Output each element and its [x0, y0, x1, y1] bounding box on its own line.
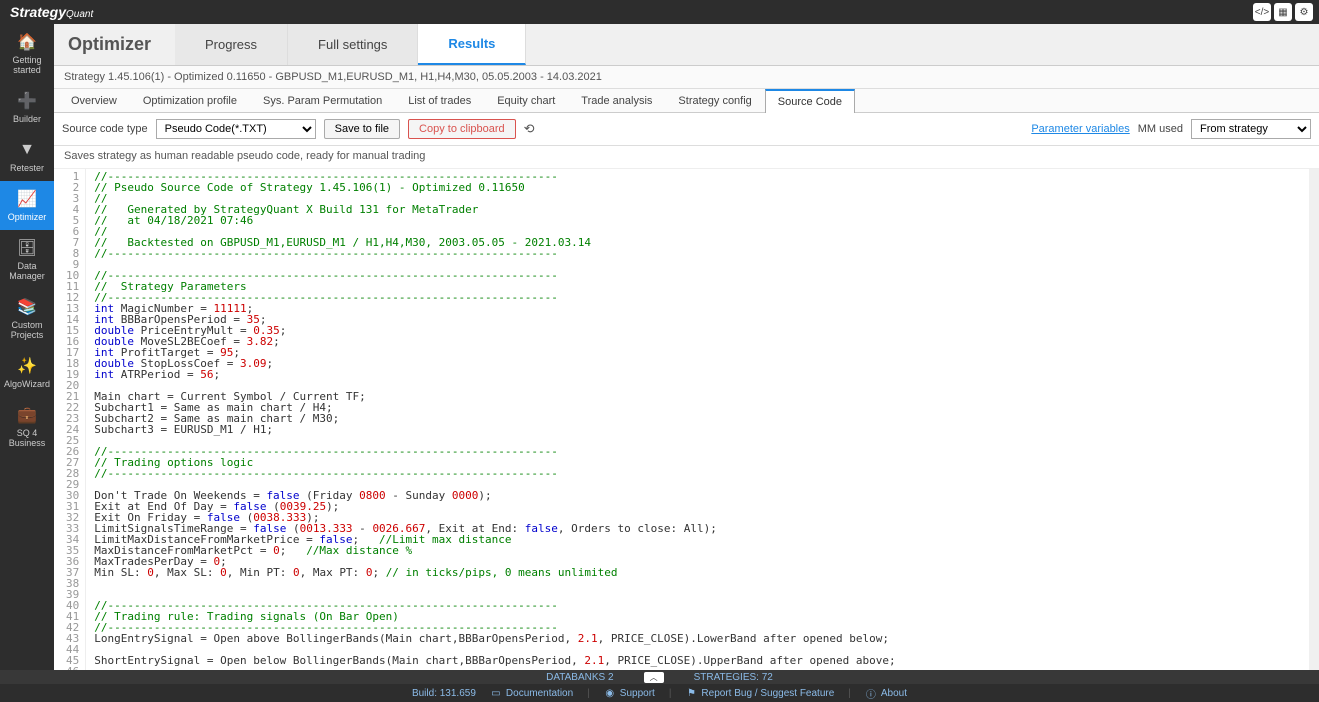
- about-link[interactable]: ⓘAbout: [865, 687, 907, 699]
- gear-icon[interactable]: ⚙: [1295, 3, 1313, 21]
- sidebar-item-data-manager-label: Data Manager: [2, 261, 52, 281]
- subtabs: OverviewOptimization profileSys. Param P…: [54, 89, 1319, 113]
- refresh-icon[interactable]: ⟲: [524, 121, 535, 137]
- app-logo: StrategyQuant: [6, 4, 93, 20]
- subtab-strategy-config[interactable]: Strategy config: [665, 89, 764, 112]
- sidebar-item-getting-started-label: Getting started: [12, 55, 41, 75]
- book-icon: ▭: [490, 687, 502, 699]
- subtab-list-of-trades[interactable]: List of trades: [395, 89, 484, 112]
- collapse-icon[interactable]: ︿: [644, 672, 664, 683]
- sidebar-item-optimizer-icon: 📈: [17, 189, 37, 209]
- header-tabs: Optimizer ProgressFull settingsResults: [54, 24, 1319, 66]
- code-icon[interactable]: </>: [1253, 3, 1271, 21]
- report-bug-link[interactable]: ⚑Report Bug / Suggest Feature: [685, 687, 834, 699]
- page-title: Optimizer: [54, 24, 175, 65]
- sidebar-item-builder-label: Builder: [13, 114, 41, 124]
- sidebar-item-retester-icon: ▼: [17, 140, 37, 160]
- source-type-select[interactable]: Pseudo Code(*.TXT): [156, 119, 316, 139]
- top-icons: </> ▦ ⚙: [1253, 3, 1313, 21]
- sidebar-item-algowizard-label: AlgoWizard: [4, 379, 50, 389]
- sidebar-item-custom-projects-icon: 📚: [17, 297, 37, 317]
- scrollbar-vertical[interactable]: [1309, 169, 1319, 670]
- info-icon: ⓘ: [865, 687, 877, 699]
- mm-used-label: MM used: [1138, 123, 1183, 135]
- sidebar-item-getting-started[interactable]: 🏠 Getting started: [0, 24, 54, 83]
- sidebar-item-data-manager[interactable]: 🗄 Data Manager: [0, 230, 54, 289]
- parameter-variables-link[interactable]: Parameter variables: [1031, 123, 1129, 135]
- databanks-label[interactable]: DATABANKS 2: [546, 672, 613, 683]
- copy-to-clipboard-button[interactable]: Copy to clipboard: [408, 119, 516, 139]
- build-label: Build: 131.659: [412, 688, 476, 699]
- strategies-label[interactable]: STRATEGIES: 72: [694, 672, 773, 683]
- subtab-sys-param-permutation[interactable]: Sys. Param Permutation: [250, 89, 395, 112]
- sidebar-item-retester[interactable]: ▼ Retester: [0, 132, 54, 181]
- sidebar-item-data-manager-icon: 🗄: [17, 238, 37, 258]
- bottom-bar: DATABANKS 2 ︿ STRATEGIES: 72 Build: 131.…: [0, 670, 1319, 702]
- topbar: StrategyQuant </> ▦ ⚙: [0, 0, 1319, 24]
- subtab-trade-analysis[interactable]: Trade analysis: [568, 89, 665, 112]
- sidebar-item-builder[interactable]: ➕ Builder: [0, 83, 54, 132]
- sidebar-item-optimizer[interactable]: 📈 Optimizer: [0, 181, 54, 230]
- line-gutter: 1234567891011121314151617181920212223242…: [54, 169, 86, 670]
- code-editor[interactable]: 1234567891011121314151617181920212223242…: [54, 169, 1319, 670]
- tab-full-settings[interactable]: Full settings: [288, 24, 418, 65]
- tab-results[interactable]: Results: [418, 24, 526, 65]
- breadcrumb: Strategy 1.45.106(1) - Optimized 0.11650…: [54, 66, 1319, 89]
- description-text: Saves strategy as human readable pseudo …: [54, 146, 1319, 169]
- tab-progress[interactable]: Progress: [175, 24, 288, 65]
- code-content: //--------------------------------------…: [86, 169, 903, 670]
- sidebar-item-retester-label: Retester: [10, 163, 44, 173]
- support-link[interactable]: ◉Support: [604, 687, 655, 699]
- subtab-source-code[interactable]: Source Code: [765, 89, 855, 113]
- sidebar-item-algowizard-icon: ✨: [17, 356, 37, 376]
- sidebar-item-optimizer-label: Optimizer: [8, 212, 47, 222]
- sidebar-item-sq4business[interactable]: 💼 SQ 4 Business: [0, 397, 54, 456]
- sidebar: 🏠 Getting started ➕ Builder ▼ Retester 📈 Optimi…: [0, 24, 54, 670]
- source-type-label: Source code type: [62, 123, 148, 135]
- sidebar-item-sq4business-icon: 💼: [17, 405, 37, 425]
- save-to-file-button[interactable]: Save to file: [324, 119, 400, 139]
- subtab-optimization-profile[interactable]: Optimization profile: [130, 89, 250, 112]
- support-icon: ◉: [604, 687, 616, 699]
- sidebar-item-custom-projects[interactable]: 📚 Custom Projects: [0, 289, 54, 348]
- sidebar-item-getting-started-icon: 🏠: [17, 32, 37, 52]
- subtab-overview[interactable]: Overview: [58, 89, 130, 112]
- flag-icon: ⚑: [685, 687, 697, 699]
- sidebar-item-builder-icon: ➕: [17, 91, 37, 111]
- sidebar-item-algowizard[interactable]: ✨ AlgoWizard: [0, 348, 54, 397]
- documentation-link[interactable]: ▭Documentation: [490, 687, 573, 699]
- toolbar: Source code type Pseudo Code(*.TXT) Save…: [54, 113, 1319, 146]
- subtab-equity-chart[interactable]: Equity chart: [484, 89, 568, 112]
- grid-icon[interactable]: ▦: [1274, 3, 1292, 21]
- mm-used-select[interactable]: From strategy: [1191, 119, 1311, 139]
- sidebar-item-custom-projects-label: Custom Projects: [11, 320, 44, 340]
- sidebar-item-sq4business-label: SQ 4 Business: [2, 428, 52, 448]
